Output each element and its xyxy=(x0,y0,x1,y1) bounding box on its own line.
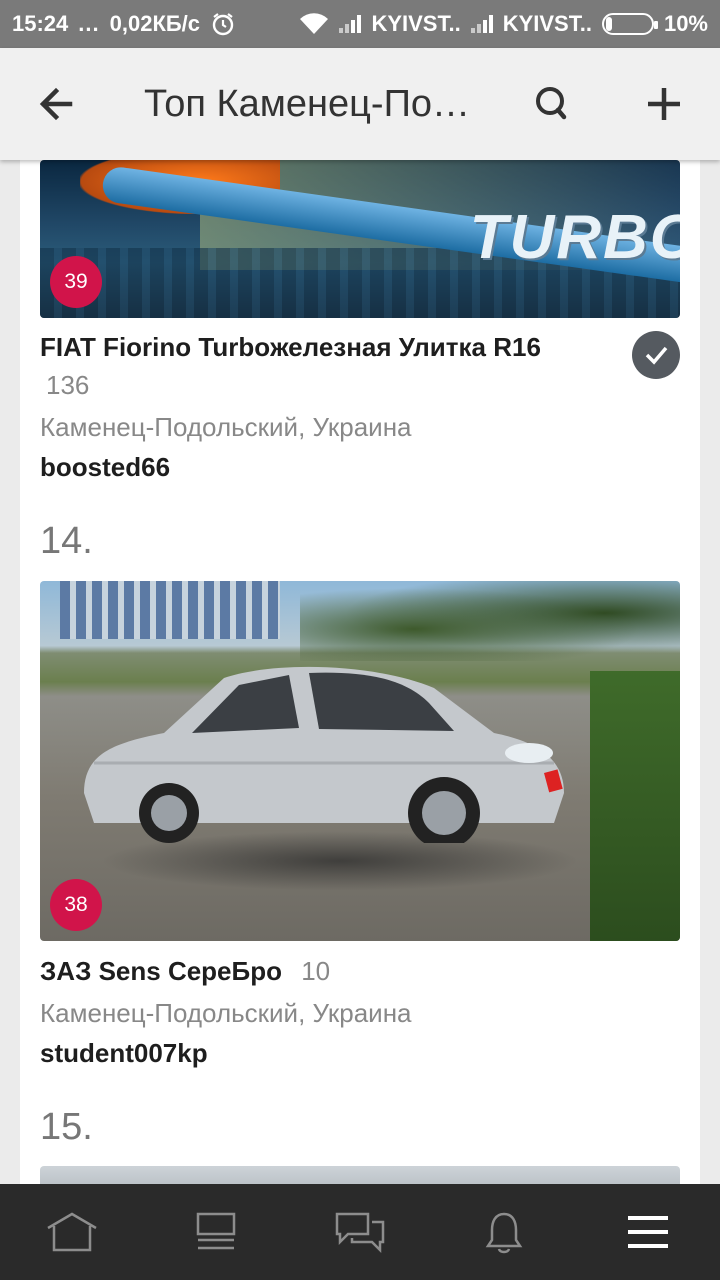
wifi-icon xyxy=(300,13,329,35)
bottom-navigation xyxy=(0,1184,720,1280)
nav-home-button[interactable] xyxy=(22,1184,122,1280)
car-title-text: ЗАЗ Sens СереБро xyxy=(40,956,282,986)
search-icon xyxy=(536,87,567,120)
car-image xyxy=(84,666,564,843)
car-location: Каменец-Подольский, Украина xyxy=(40,412,412,442)
alarm-icon xyxy=(212,13,234,36)
battery-icon xyxy=(601,13,658,35)
checkmark-icon xyxy=(645,346,668,365)
add-button[interactable] xyxy=(608,48,720,160)
arrow-left-icon xyxy=(39,87,73,121)
car-location: Каменец-Подольский, Украина xyxy=(40,998,412,1028)
back-button[interactable] xyxy=(0,48,112,160)
feed-icon xyxy=(196,1212,236,1250)
car-photo[interactable] xyxy=(40,1166,680,1184)
nav-feed-button[interactable] xyxy=(166,1184,266,1280)
author-link[interactable]: boosted66 xyxy=(40,452,170,483)
signal-icon xyxy=(339,15,362,33)
car-title-link[interactable]: ЗАЗ Sens СереБро 10 xyxy=(40,956,330,987)
position-badge: 39 xyxy=(50,256,102,308)
status-speed: 0,02КБ/с xyxy=(109,11,201,36)
page-title: Топ Каменец-По… xyxy=(144,82,471,125)
status-bar: 15:24 ... 0,02КБ/с KYIVST.. KYIVST.. 10% xyxy=(0,0,720,48)
home-icon xyxy=(47,1212,97,1252)
search-button[interactable] xyxy=(496,48,608,160)
nav-menu-button[interactable] xyxy=(598,1184,698,1280)
car-photo[interactable]: 38 xyxy=(40,581,680,941)
signal-icon-2 xyxy=(470,15,493,33)
subscribed-button[interactable] xyxy=(632,331,680,379)
plus-icon xyxy=(648,88,680,120)
messages-icon xyxy=(335,1212,385,1254)
photo-text: TURBO xyxy=(469,203,680,272)
author-link[interactable]: student007kp xyxy=(40,1038,208,1069)
car-title-link[interactable]: FIAT Fiorino Turboжелезная Улитка R16 xyxy=(40,332,541,363)
nav-notifications-button[interactable] xyxy=(454,1184,554,1280)
position-badge: 38 xyxy=(50,879,102,931)
rank-number: 15. xyxy=(40,1106,93,1148)
status-carrier-2: KYIVST.. xyxy=(502,11,592,36)
nav-messages-button[interactable] xyxy=(310,1184,410,1280)
app-bar: Топ Каменец-По… xyxy=(0,48,720,160)
likes-count: 136 xyxy=(46,370,90,400)
menu-icon xyxy=(628,1216,668,1248)
status-time: 15:24 xyxy=(12,11,69,36)
ranking-list: TURBO 39 FIAT Fiorino Turboжелезная Улит… xyxy=(20,160,700,1184)
rank-number: 14. xyxy=(40,520,93,562)
status-battery: 10% xyxy=(663,11,708,36)
likes-count: 10 xyxy=(301,956,331,986)
bell-icon xyxy=(485,1212,523,1254)
status-more-dots: ... xyxy=(78,11,100,36)
status-carrier-1: KYIVST.. xyxy=(371,11,461,36)
car-photo[interactable]: TURBO 39 xyxy=(40,160,680,318)
